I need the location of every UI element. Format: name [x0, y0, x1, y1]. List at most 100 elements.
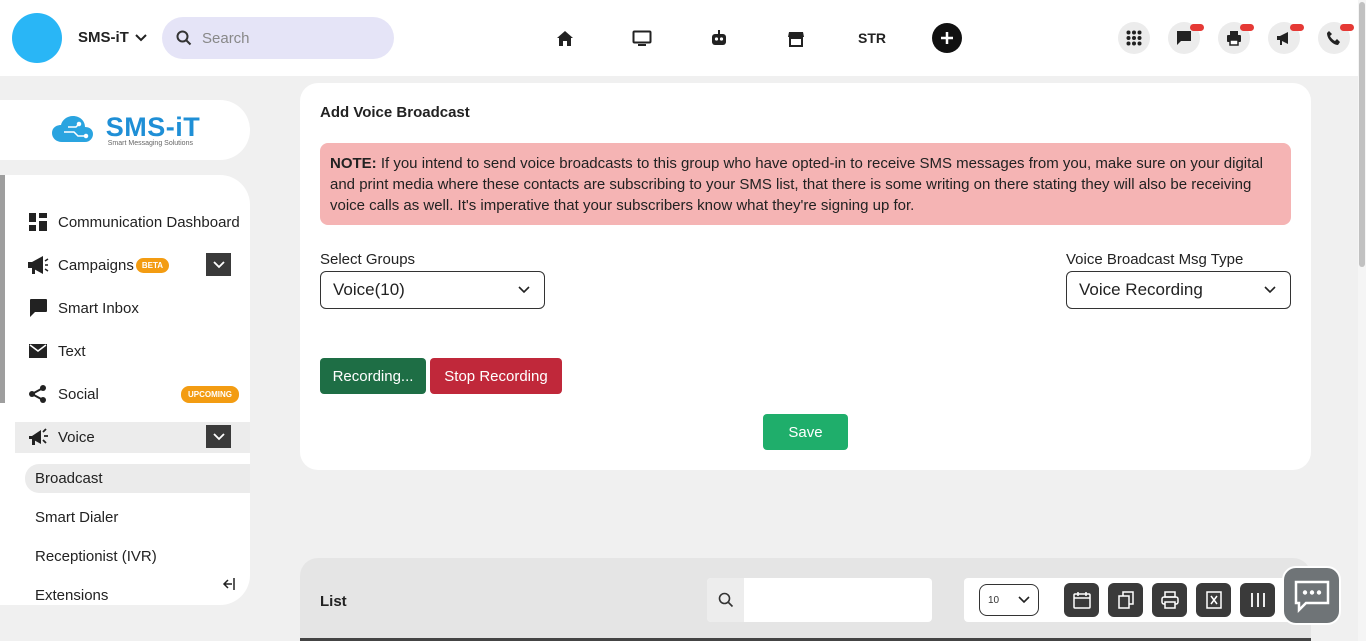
page-size-select[interactable]: 10	[979, 584, 1039, 616]
notification-badge	[1340, 24, 1354, 31]
share-icon	[27, 383, 49, 405]
note-text: If you intend to send voice broadcasts t…	[330, 155, 1263, 214]
megaphone-icon	[1277, 32, 1288, 45]
phone-icon	[1327, 31, 1340, 45]
sidebar-subitem-extensions[interactable]: Extensions	[35, 587, 108, 604]
note-alert: NOTE: If you intend to send voice broadc…	[320, 143, 1291, 225]
list-card: List 10	[300, 558, 1311, 641]
sidebar-item-label: Communication Dashboard	[58, 213, 240, 231]
search-bar[interactable]	[162, 17, 394, 59]
support-chat-button[interactable]	[1282, 566, 1341, 625]
print-list-button[interactable]	[1152, 583, 1187, 617]
home-icon[interactable]	[553, 26, 577, 50]
megaphone-icon	[27, 254, 49, 276]
chevron-down-icon	[212, 432, 225, 440]
select-groups-label: Select Groups	[320, 251, 416, 268]
page-scrollbar[interactable]	[1358, 0, 1366, 641]
msg-type-label: Voice Broadcast Msg Type	[1066, 251, 1244, 268]
sidebar-item-label: Text	[58, 342, 86, 360]
excel-export-button[interactable]	[1196, 583, 1231, 617]
chat-support-icon	[1294, 580, 1329, 613]
select-groups-dropdown[interactable]: Voice(10)	[320, 271, 545, 309]
add-voice-broadcast-card: Add Voice Broadcast NOTE: If you intend …	[300, 83, 1311, 470]
beta-badge: BETA	[135, 257, 170, 273]
monitor-icon[interactable]	[630, 26, 654, 50]
sidebar-item-label: Voice	[58, 428, 95, 446]
msg-type-dropdown[interactable]: Voice Recording	[1066, 271, 1291, 309]
chat-bubble-icon	[27, 297, 49, 319]
sidebar-item-communication-dashboard[interactable]: Communication Dashboard	[27, 210, 240, 234]
phone-button[interactable]	[1318, 22, 1354, 54]
calendar-icon	[1072, 592, 1091, 609]
top-bar: SMS-iT STR	[0, 0, 1366, 76]
search-input[interactable]	[202, 29, 382, 47]
sidebar-item-campaigns[interactable]: Campaigns BETA	[27, 253, 170, 277]
chevron-down-icon	[518, 286, 530, 294]
date-filter-button[interactable]	[1064, 583, 1099, 617]
logo-text: SMS-iT	[105, 111, 201, 142]
columns-icon	[1250, 593, 1265, 607]
chat-icon	[1177, 31, 1191, 45]
list-search[interactable]	[707, 578, 932, 622]
columns-button[interactable]	[1240, 583, 1275, 617]
collapse-sidebar-icon[interactable]	[222, 577, 236, 594]
sidebar-item-label: Campaigns	[58, 256, 134, 274]
printer-icon	[1160, 591, 1179, 609]
upcoming-badge: UPCOMING	[181, 386, 239, 403]
search-icon	[707, 578, 744, 622]
logo-card[interactable]: SMS-iT Smart Messaging Solutions	[0, 100, 250, 160]
copy-button[interactable]	[1108, 583, 1143, 617]
announcements-button[interactable]	[1268, 22, 1304, 54]
sidebar-item-text[interactable]: Text	[27, 339, 86, 363]
page-title: Add Voice Broadcast	[320, 104, 470, 121]
store-icon[interactable]	[784, 26, 808, 50]
save-button[interactable]: Save	[763, 414, 848, 450]
select-groups-value: Voice(10)	[333, 280, 405, 299]
avatar[interactable]	[12, 13, 62, 63]
chevron-down-icon	[1018, 596, 1030, 604]
list-toolbar: 10	[964, 578, 1309, 622]
sidebar-menu: Communication Dashboard Campaigns BETA S…	[0, 175, 250, 605]
excel-icon	[1205, 591, 1222, 609]
sidebar-item-label: Smart Inbox	[58, 299, 139, 317]
stop-recording-button[interactable]: Stop Recording	[430, 358, 562, 394]
sidebar-edge	[0, 175, 5, 403]
brand-switcher[interactable]: SMS-iT	[78, 29, 147, 46]
campaigns-expand-button[interactable]	[206, 253, 231, 276]
sidebar-item-social[interactable]: Social	[27, 382, 99, 406]
recording-button[interactable]: Recording...	[320, 358, 426, 394]
dashboard-icon	[27, 211, 49, 233]
notification-badge	[1190, 24, 1204, 31]
sidebar-item-smart-inbox[interactable]: Smart Inbox	[27, 296, 139, 320]
envelope-icon	[27, 340, 49, 362]
sidebar-subitem-smart-dialer[interactable]: Smart Dialer	[35, 509, 118, 526]
voice-expand-button[interactable]	[206, 425, 231, 448]
search-icon	[176, 30, 192, 46]
list-search-input[interactable]	[752, 592, 932, 608]
apps-grid-icon	[1126, 30, 1142, 46]
voice-megaphone-icon	[27, 426, 49, 448]
str-link[interactable]: STR	[858, 30, 886, 46]
notification-badge	[1290, 24, 1304, 31]
list-title: List	[320, 593, 347, 610]
page-size-value: 10	[988, 594, 1000, 606]
chevron-down-icon	[1264, 286, 1276, 294]
note-label: NOTE:	[330, 155, 377, 172]
sidebar-item-label: Social	[58, 385, 99, 403]
sidebar-item-voice[interactable]: Voice	[27, 425, 95, 449]
robot-icon[interactable]	[707, 26, 731, 50]
sidebar-subitem-broadcast[interactable]: Broadcast	[35, 470, 103, 487]
chevron-down-icon	[212, 260, 225, 268]
chevron-down-icon	[135, 33, 147, 41]
messages-button[interactable]	[1168, 22, 1204, 54]
printer-icon	[1227, 31, 1241, 46]
apps-grid-button[interactable]	[1118, 22, 1150, 54]
sidebar-subitem-receptionist[interactable]: Receptionist (IVR)	[35, 548, 157, 565]
cloud-logo-icon	[51, 116, 93, 142]
print-button[interactable]	[1218, 22, 1254, 54]
plus-icon	[941, 32, 953, 44]
scrollbar-thumb[interactable]	[1359, 2, 1365, 267]
copy-icon	[1117, 591, 1134, 609]
add-button[interactable]	[932, 23, 962, 53]
brand-name: SMS-iT	[78, 29, 129, 46]
